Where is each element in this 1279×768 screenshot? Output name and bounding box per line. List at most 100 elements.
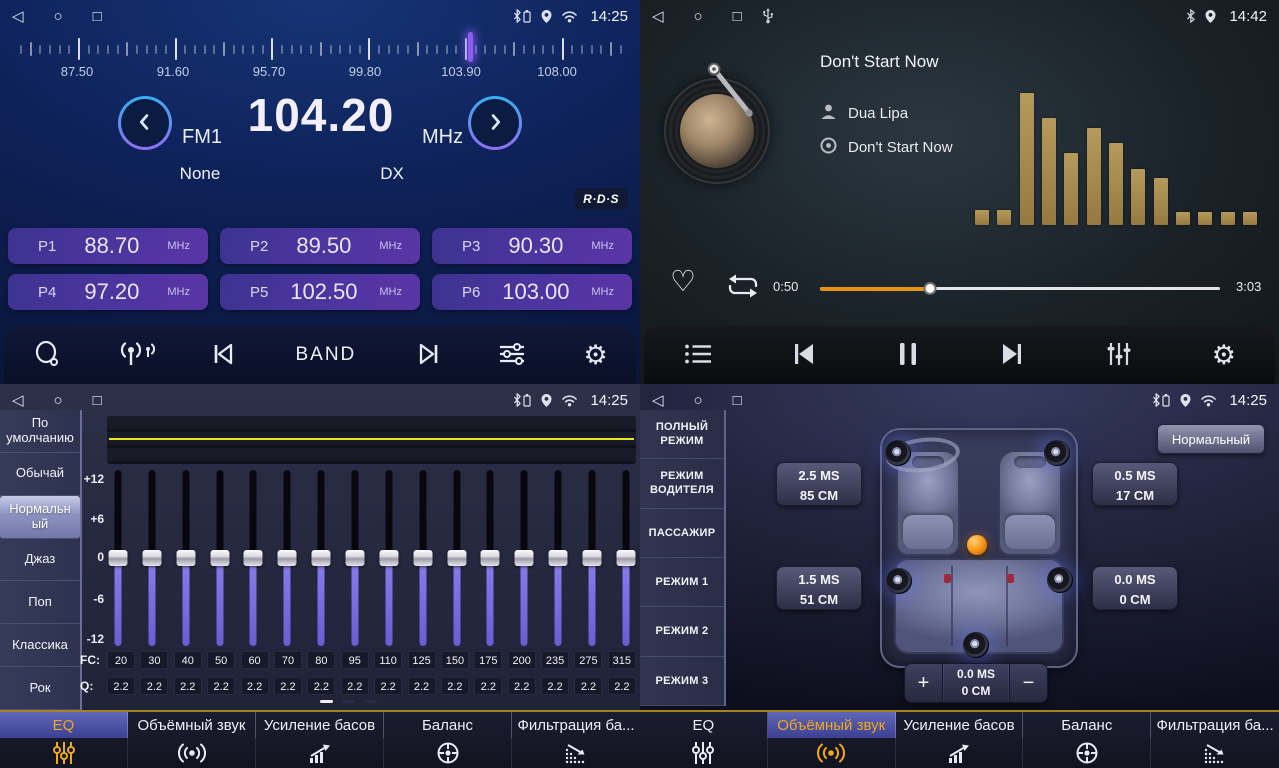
listening-mode-item[interactable]: РЕЖИМ 2 bbox=[640, 607, 724, 656]
preset-P5-button[interactable]: P5102.50MHz bbox=[220, 274, 420, 310]
slider-handle[interactable] bbox=[616, 550, 635, 566]
frequency-ruler[interactable]: 87.5091.6095.7099.80103.90108.00 bbox=[0, 30, 640, 80]
tab-bass[interactable]: Усиление басов bbox=[256, 712, 384, 768]
delay-decrease-button[interactable]: − bbox=[1010, 664, 1047, 702]
tab-surround[interactable]: Объёмный звук bbox=[768, 712, 896, 768]
preset-P3-button[interactable]: P390.30MHz bbox=[432, 228, 632, 264]
slider-handle[interactable] bbox=[244, 550, 263, 566]
tune-settings-button[interactable] bbox=[497, 340, 527, 371]
band-page-dot[interactable] bbox=[320, 700, 333, 703]
slider-handle[interactable] bbox=[515, 550, 534, 566]
settings-button[interactable]: ⚙ bbox=[1212, 342, 1236, 369]
eq-band-slider[interactable] bbox=[176, 470, 196, 646]
home-icon[interactable]: ○ bbox=[694, 9, 703, 24]
home-icon[interactable]: ○ bbox=[54, 9, 63, 24]
eq-preset-item[interactable]: Обычай bbox=[0, 453, 80, 496]
back-icon[interactable]: ◁ bbox=[12, 9, 24, 24]
eq-preset-item[interactable]: Нормальный bbox=[0, 496, 80, 539]
eq-band-slider[interactable] bbox=[514, 470, 534, 646]
eq-preset-item[interactable]: Джаз bbox=[0, 539, 80, 582]
seek-bar[interactable] bbox=[820, 281, 1220, 295]
eq-band-slider[interactable] bbox=[108, 470, 128, 646]
tab-bass[interactable]: Усиление басов bbox=[896, 712, 1024, 768]
band-page-dot[interactable] bbox=[342, 700, 355, 703]
favorite-button[interactable]: ♡ bbox=[670, 264, 696, 299]
prev-track-button[interactable] bbox=[791, 341, 819, 370]
next-track-button[interactable] bbox=[997, 341, 1025, 370]
eq-band-slider[interactable] bbox=[582, 470, 602, 646]
eq-band-slider[interactable] bbox=[311, 470, 331, 646]
delay-increase-button[interactable]: + bbox=[905, 664, 942, 702]
slider-handle[interactable] bbox=[142, 550, 161, 566]
tab-filter[interactable]: Фильтрация ба... bbox=[512, 712, 640, 768]
prev-station-button[interactable] bbox=[211, 341, 239, 370]
tab-filter[interactable]: Фильтрация ба... bbox=[1151, 712, 1279, 768]
back-icon[interactable]: ◁ bbox=[12, 393, 24, 408]
slider-handle[interactable] bbox=[447, 550, 466, 566]
eq-band-slider[interactable] bbox=[413, 470, 433, 646]
slider-handle[interactable] bbox=[549, 550, 568, 566]
preset-P4-button[interactable]: P497.20MHz bbox=[8, 274, 208, 310]
next-station-button[interactable] bbox=[413, 341, 441, 370]
tab-eq[interactable]: EQ bbox=[0, 712, 128, 768]
eq-preset-item[interactable]: По умолчанию bbox=[0, 410, 80, 453]
back-icon[interactable]: ◁ bbox=[652, 393, 664, 408]
eq-band-slider[interactable] bbox=[480, 470, 500, 646]
tab-balance[interactable]: Баланс bbox=[1023, 712, 1151, 768]
seek-thumb[interactable] bbox=[924, 282, 937, 295]
rear-right-delay-button[interactable]: 0.0 MS 0 CM bbox=[1092, 566, 1178, 610]
slider-handle[interactable] bbox=[312, 550, 331, 566]
slider-handle[interactable] bbox=[346, 550, 365, 566]
pause-button[interactable] bbox=[897, 341, 919, 370]
broadcast-button[interactable] bbox=[119, 339, 155, 372]
recents-icon[interactable]: □ bbox=[93, 9, 102, 24]
repeat-button[interactable] bbox=[724, 272, 762, 303]
preset-P1-button[interactable]: P188.70MHz bbox=[8, 228, 208, 264]
back-icon[interactable]: ◁ bbox=[652, 9, 664, 24]
eq-preset-item[interactable]: Классика bbox=[0, 624, 80, 667]
slider-handle[interactable] bbox=[278, 550, 297, 566]
eq-band-slider[interactable] bbox=[345, 470, 365, 646]
tab-surround[interactable]: Объёмный звук bbox=[128, 712, 256, 768]
slider-handle[interactable] bbox=[176, 550, 195, 566]
eq-band-slider[interactable] bbox=[379, 470, 399, 646]
rear-left-delay-button[interactable]: 1.5 MS 51 CM bbox=[776, 566, 862, 610]
listening-mode-item[interactable]: РЕЖИМ ВОДИТЕЛЯ bbox=[640, 459, 724, 508]
listening-position-marker[interactable] bbox=[967, 535, 987, 555]
band-page-dot[interactable] bbox=[364, 700, 377, 703]
front-left-delay-button[interactable]: 2.5 MS 85 CM bbox=[776, 462, 862, 506]
slider-handle[interactable] bbox=[379, 550, 398, 566]
slider-handle[interactable] bbox=[109, 550, 128, 566]
eq-band-slider[interactable] bbox=[548, 470, 568, 646]
slider-handle[interactable] bbox=[583, 550, 602, 566]
tune-up-button[interactable] bbox=[468, 96, 522, 150]
settings-button[interactable]: ⚙ bbox=[584, 342, 608, 369]
eq-band-slider[interactable] bbox=[142, 470, 162, 646]
playlist-button[interactable] bbox=[683, 342, 713, 369]
band-button[interactable]: BAND bbox=[295, 344, 356, 366]
recents-icon[interactable]: □ bbox=[93, 393, 102, 408]
scan-button[interactable] bbox=[32, 339, 62, 372]
slider-handle[interactable] bbox=[210, 550, 229, 566]
tune-down-button[interactable] bbox=[118, 96, 172, 150]
slider-handle[interactable] bbox=[413, 550, 432, 566]
eq-band-slider[interactable] bbox=[447, 470, 467, 646]
eq-band-slider[interactable] bbox=[277, 470, 297, 646]
recents-icon[interactable]: □ bbox=[733, 9, 742, 24]
preset-P2-button[interactable]: P289.50MHz bbox=[220, 228, 420, 264]
surround-preset-button[interactable]: Нормальный bbox=[1157, 424, 1265, 454]
listening-mode-item[interactable]: РЕЖИМ 3 bbox=[640, 657, 724, 706]
home-icon[interactable]: ○ bbox=[54, 393, 63, 408]
listening-mode-item[interactable]: РЕЖИМ 1 bbox=[640, 558, 724, 607]
listening-mode-item[interactable]: ПАССАЖИР bbox=[640, 509, 724, 558]
eq-preset-item[interactable]: Рок bbox=[0, 667, 80, 710]
eq-band-slider[interactable] bbox=[616, 470, 636, 646]
tab-eq[interactable]: EQ bbox=[640, 712, 768, 768]
audio-levels-button[interactable] bbox=[1104, 340, 1134, 371]
tab-balance[interactable]: Баланс bbox=[384, 712, 512, 768]
recents-icon[interactable]: □ bbox=[733, 393, 742, 408]
front-right-delay-button[interactable]: 0.5 MS 17 CM bbox=[1092, 462, 1178, 506]
home-icon[interactable]: ○ bbox=[694, 393, 703, 408]
eq-preset-item[interactable]: Поп bbox=[0, 581, 80, 624]
slider-handle[interactable] bbox=[481, 550, 500, 566]
